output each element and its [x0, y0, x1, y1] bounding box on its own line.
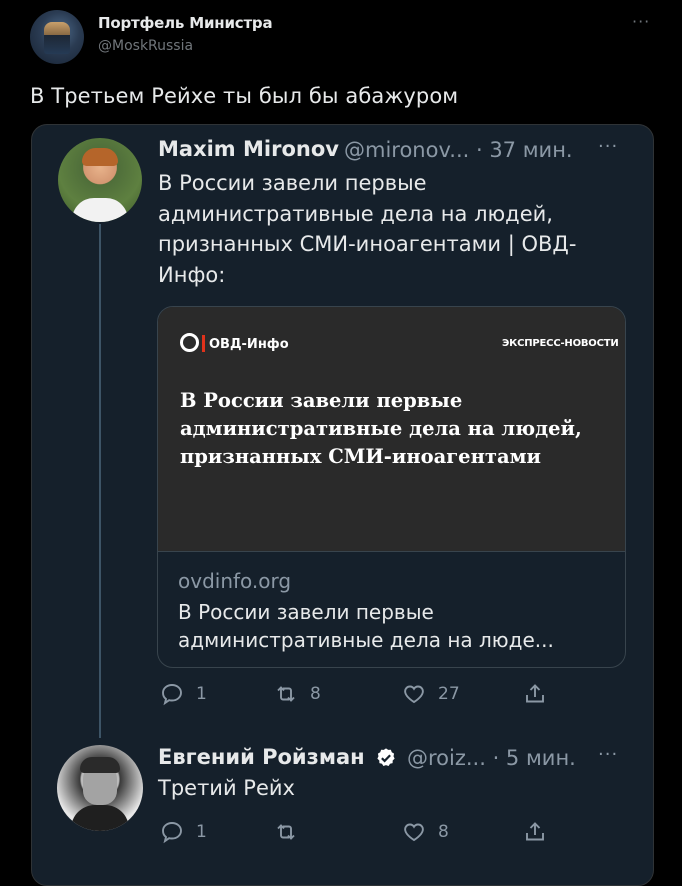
mironov-tweet-text: В России завели первые административные …	[158, 171, 577, 287]
share-icon	[526, 684, 544, 703]
verified-badge-icon	[377, 748, 395, 766]
card-title: В России завели первые административные …	[178, 600, 554, 652]
author-avatar[interactable]	[30, 10, 84, 64]
card-tag: ЭКСПРЕСС-НОВОСТИ	[502, 338, 619, 349]
retweet-icon	[277, 824, 295, 840]
like-button[interactable]: 27	[402, 682, 460, 706]
card-domain: ovdinfo.org	[178, 569, 292, 593]
reply-count: 1	[196, 822, 207, 842]
retweet-icon	[277, 686, 295, 702]
tweet-text: В Третьем Рейхе ты был бы абажуром	[30, 84, 459, 108]
roizman-handle-time[interactable]: @roiz... · 5 мин.	[407, 746, 576, 770]
like-button-2[interactable]: 8	[402, 820, 449, 844]
link-preview-card[interactable]: ОВД-Инфо ЭКСПРЕСС-НОВОСТИ В России завел…	[157, 306, 626, 668]
card-image-headline: В России завели первые административные …	[180, 389, 582, 468]
reply-button[interactable]: 1	[160, 682, 207, 706]
like-count: 27	[438, 684, 460, 704]
card-divider	[158, 551, 625, 552]
retweet-button[interactable]: 8	[274, 682, 321, 706]
share-button[interactable]	[523, 682, 547, 706]
share-icon	[526, 822, 544, 841]
roizman-tweet-text: Третий Рейх	[158, 776, 295, 800]
retweet-button-2[interactable]	[274, 820, 298, 844]
mironov-name[interactable]: Maxim Mironov	[158, 137, 339, 161]
more-options-icon[interactable]: ···	[632, 12, 650, 31]
author-handle[interactable]: @MoskRussia	[98, 38, 193, 54]
reply-icon	[162, 822, 182, 844]
reply-button-2[interactable]: 1	[160, 820, 207, 844]
roizman-avatar[interactable]	[57, 745, 143, 831]
heart-icon	[404, 685, 424, 704]
roizman-more-options-icon[interactable]: ···	[598, 744, 618, 765]
heart-icon	[404, 823, 424, 842]
thread-connector-line	[99, 224, 101, 738]
author-name[interactable]: Портфель Министра	[98, 14, 273, 32]
roizman-name[interactable]: Евгений Ройзман	[158, 745, 365, 769]
link-card-image: ОВД-Инфо ЭКСПРЕСС-НОВОСТИ В России завел…	[158, 307, 625, 551]
mironov-avatar[interactable]	[58, 138, 142, 222]
mironov-more-options-icon[interactable]: ···	[598, 136, 618, 157]
mironov-handle-time[interactable]: @mironov... · 37 мин.	[344, 138, 573, 162]
retweet-count: 8	[310, 684, 321, 704]
ovdinfo-logo-text: ОВД-Инфо	[209, 337, 289, 352]
reply-icon	[162, 684, 182, 706]
reply-count: 1	[196, 684, 207, 704]
like-count: 8	[438, 822, 449, 842]
ovdinfo-logo: ОВД-Инфо	[180, 333, 289, 352]
share-button-2[interactable]	[523, 820, 547, 844]
